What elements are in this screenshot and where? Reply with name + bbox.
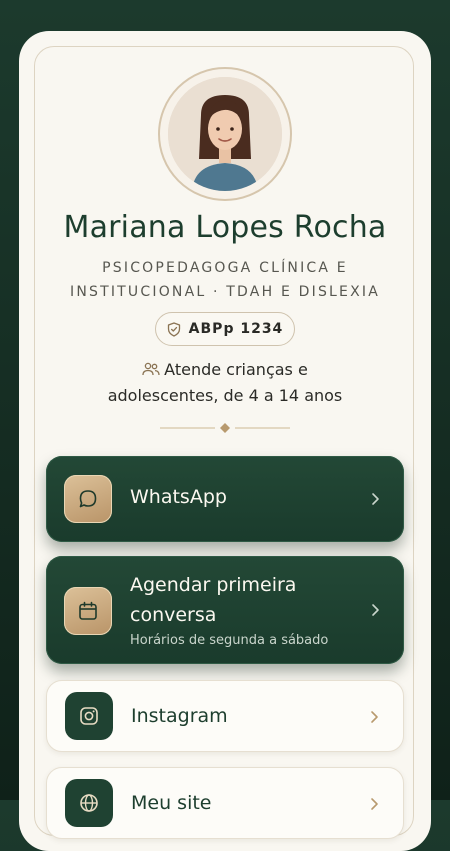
profile-name: Mariana Lopes Rocha [63, 210, 387, 245]
audience-line-1: Atende crianças e [60, 357, 390, 383]
avatar-illustration [168, 77, 282, 191]
chevron-right-icon [371, 798, 378, 810]
instagram-icon-tile [65, 692, 113, 740]
chevron-right-icon [372, 604, 379, 616]
role-line-2: INSTITUCIONAL · TDAH E DISLEXIA [70, 284, 380, 300]
shield-check-icon [167, 321, 180, 337]
avatar [168, 77, 282, 191]
instagram-icon [80, 707, 98, 725]
chevron-right-icon [372, 493, 379, 505]
audience-line-2: adolescentes, de 4 a 14 anos [107, 386, 343, 405]
calendar-icon [79, 601, 97, 620]
whatsapp-button[interactable]: WhatsApp [46, 456, 404, 542]
profile-role: PSICOPEDAGOGA CLÍNICA E INSTITUCIONAL · … [40, 256, 410, 304]
schedule-label-line-2: conversa [130, 604, 217, 626]
registration-badge: ABPp 1234 [155, 312, 295, 346]
ornament-divider [160, 423, 290, 433]
website-button[interactable]: Meu site [46, 767, 404, 839]
website-icon-tile [65, 779, 113, 827]
whatsapp-icon-tile [64, 475, 112, 523]
schedule-icon-tile [64, 587, 112, 635]
website-label: Meu site [131, 792, 212, 814]
badge-label: ABPp 1234 [188, 321, 284, 337]
chat-bubble-icon [79, 490, 97, 508]
whatsapp-label: WhatsApp [130, 486, 227, 508]
instagram-button[interactable]: Instagram [46, 680, 404, 752]
schedule-button[interactable]: Agendar primeira conversa Horários de se… [46, 556, 404, 664]
role-line-1: PSICOPEDAGOGA CLÍNICA E [102, 260, 348, 276]
schedule-subtitle: Horários de segunda a sábado [130, 633, 329, 648]
schedule-label: Agendar primeira conversa [130, 570, 296, 630]
audience-text-1: Atende crianças e [164, 360, 308, 379]
avatar-frame [158, 67, 292, 201]
globe-icon [80, 794, 98, 812]
users-icon [142, 362, 160, 376]
audience-info: Atende crianças e adolescentes, de 4 a 1… [60, 357, 390, 409]
instagram-label: Instagram [131, 705, 228, 727]
schedule-label-line-1: Agendar primeira [130, 574, 297, 596]
chevron-right-icon [371, 711, 378, 723]
